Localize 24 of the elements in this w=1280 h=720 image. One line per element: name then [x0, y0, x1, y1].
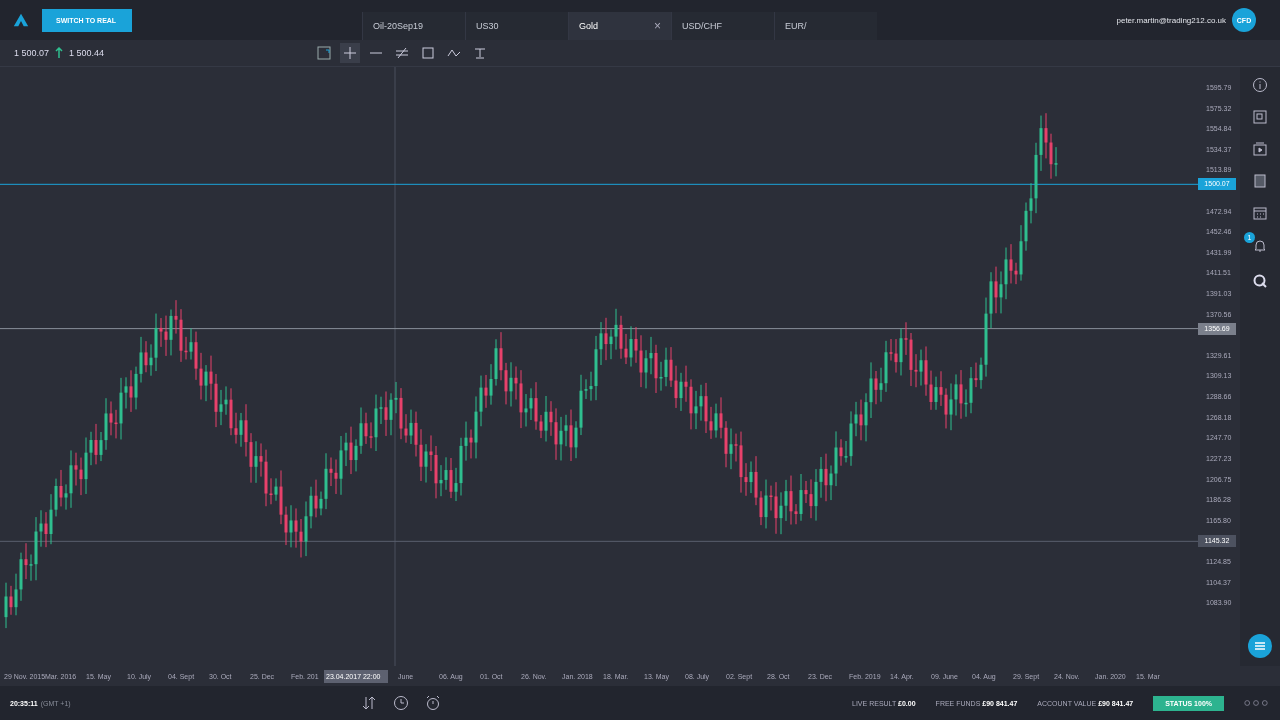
more-icon[interactable]: [1244, 699, 1268, 707]
instrument-tab[interactable]: US30: [465, 12, 568, 40]
calendar-icon[interactable]: [1252, 205, 1268, 221]
logo-icon: [12, 12, 30, 28]
info-icon[interactable]: [1252, 77, 1268, 93]
alarm-clock-icon[interactable]: [424, 695, 441, 711]
instrument-tab[interactable]: EUR/: [774, 12, 877, 40]
sell-price: 1 500.07: [14, 48, 50, 58]
instrument-tab[interactable]: USD/CHF: [671, 12, 774, 40]
crosshair-icon[interactable]: [340, 43, 361, 63]
layout-icon[interactable]: [1252, 109, 1268, 125]
chat-icon[interactable]: [1248, 634, 1272, 658]
user-email: peter.martin@trading212.co.uk: [1116, 15, 1226, 25]
video-icon[interactable]: [1252, 141, 1268, 157]
bell-icon[interactable]: [1252, 237, 1268, 253]
up-arrow-icon: [55, 47, 64, 59]
sort-arrows-icon[interactable]: [360, 695, 377, 711]
buy-price: 1 500.44: [69, 48, 105, 58]
search-icon[interactable]: [1252, 273, 1268, 289]
instrument-tab[interactable]: Oil-20Sep19: [362, 12, 465, 40]
close-icon[interactable]: ×: [654, 19, 661, 33]
panel-icon[interactable]: [1252, 173, 1268, 189]
instrument-tab[interactable]: Gold ×: [568, 12, 671, 40]
clock-icon[interactable]: [392, 695, 409, 711]
